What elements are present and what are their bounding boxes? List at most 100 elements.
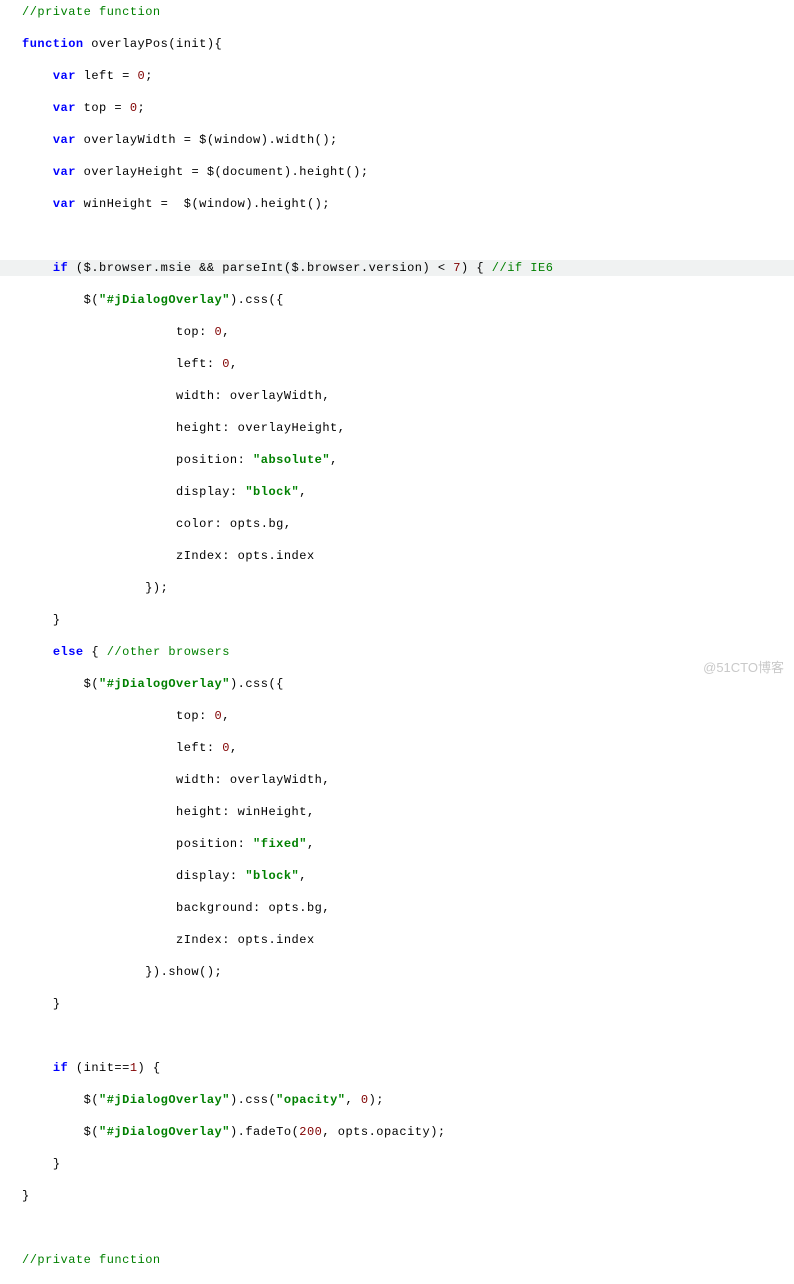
code-line bbox=[0, 228, 794, 244]
string: "fixed" bbox=[253, 837, 307, 851]
keyword-var: var bbox=[53, 165, 76, 179]
code-line: left: 0, bbox=[0, 356, 794, 372]
code-line: width: overlayWidth, bbox=[0, 388, 794, 404]
code-line-highlight: if ($.browser.msie && parseInt($.browser… bbox=[0, 260, 794, 276]
keyword-var: var bbox=[53, 101, 76, 115]
keyword-if: if bbox=[53, 261, 68, 275]
text: }); bbox=[22, 581, 168, 595]
comment: //private function bbox=[22, 1253, 161, 1267]
code-line: position: "fixed", bbox=[0, 836, 794, 852]
code-line: //private function bbox=[0, 1252, 794, 1268]
code-line: width: overlayWidth, bbox=[0, 772, 794, 788]
code-line: var left = 0; bbox=[0, 68, 794, 84]
text: background: opts.bg, bbox=[22, 901, 330, 915]
text: $( bbox=[53, 677, 99, 691]
text: overlayHeight = $(document).height(); bbox=[76, 165, 369, 179]
text: winHeight = $(window).height(); bbox=[76, 197, 330, 211]
code-line: $("#jDialogOverlay").fadeTo(200, opts.op… bbox=[0, 1124, 794, 1140]
code-line: display: "block", bbox=[0, 868, 794, 884]
string: "absolute" bbox=[253, 453, 330, 467]
code-line: } bbox=[0, 1188, 794, 1204]
text: display: bbox=[22, 485, 245, 499]
text: , bbox=[299, 869, 307, 883]
code-line: top: 0, bbox=[0, 708, 794, 724]
code-line: top: 0, bbox=[0, 324, 794, 340]
text: ) { bbox=[461, 261, 492, 275]
text: left: bbox=[22, 741, 222, 755]
code-line: color: opts.bg, bbox=[0, 516, 794, 532]
text: , bbox=[330, 453, 338, 467]
text: , bbox=[299, 485, 307, 499]
text: $( bbox=[53, 1093, 99, 1107]
text: $( bbox=[53, 293, 99, 307]
number: 0 bbox=[130, 101, 138, 115]
string: "opacity" bbox=[276, 1093, 345, 1107]
text: height: overlayHeight, bbox=[22, 421, 345, 435]
text: position: bbox=[22, 453, 253, 467]
string: "block" bbox=[245, 869, 299, 883]
text: ($.browser.msie && parseInt($.browser.ve… bbox=[68, 261, 453, 275]
text: color: opts.bg, bbox=[22, 517, 292, 531]
code-line: position: "absolute", bbox=[0, 452, 794, 468]
number: 0 bbox=[361, 1093, 369, 1107]
text: , bbox=[345, 1093, 360, 1107]
text: top = bbox=[76, 101, 130, 115]
text: } bbox=[53, 1157, 61, 1171]
code-line: if (init==1) { bbox=[0, 1060, 794, 1076]
code-line: $("#jDialogOverlay").css({ bbox=[0, 292, 794, 308]
number: 0 bbox=[222, 741, 230, 755]
code-line: } bbox=[0, 612, 794, 628]
text: ).css( bbox=[230, 1093, 276, 1107]
code-line: var top = 0; bbox=[0, 100, 794, 116]
text: , bbox=[222, 325, 230, 339]
code-line: height: overlayHeight, bbox=[0, 420, 794, 436]
text: ).css({ bbox=[230, 293, 284, 307]
code-line: var winHeight = $(window).height(); bbox=[0, 196, 794, 212]
code-line: background: opts.bg, bbox=[0, 900, 794, 916]
code-line: height: winHeight, bbox=[0, 804, 794, 820]
string: "#jDialogOverlay" bbox=[99, 1125, 230, 1139]
text: } bbox=[22, 1189, 30, 1203]
text: ; bbox=[145, 69, 153, 83]
number: 0 bbox=[215, 709, 223, 723]
comment: //other browsers bbox=[107, 645, 230, 659]
code-line: } bbox=[0, 1156, 794, 1172]
text: top: bbox=[22, 709, 215, 723]
code-line bbox=[0, 1220, 794, 1236]
text: , bbox=[230, 741, 238, 755]
code-line: display: "block", bbox=[0, 484, 794, 500]
number: 1 bbox=[130, 1061, 138, 1075]
text: , opts.opacity); bbox=[322, 1125, 445, 1139]
comment: //private function bbox=[22, 5, 161, 19]
code-line: zIndex: opts.index bbox=[0, 548, 794, 564]
text: $( bbox=[53, 1125, 99, 1139]
keyword-function: function bbox=[22, 37, 84, 51]
text: } bbox=[53, 997, 61, 1011]
keyword-var: var bbox=[53, 69, 76, 83]
code-line: var overlayHeight = $(document).height()… bbox=[0, 164, 794, 180]
string: "#jDialogOverlay" bbox=[99, 293, 230, 307]
number: 0 bbox=[222, 357, 230, 371]
number: 7 bbox=[453, 261, 461, 275]
string: "#jDialogOverlay" bbox=[99, 1093, 230, 1107]
code-block[interactable]: //private function function overlayPos(i… bbox=[0, 0, 794, 1284]
comment: //if IE6 bbox=[492, 261, 554, 275]
code-line: }).show(); bbox=[0, 964, 794, 980]
code-line: $("#jDialogOverlay").css({ bbox=[0, 676, 794, 692]
text: zIndex: opts.index bbox=[22, 549, 315, 563]
code-line: left: 0, bbox=[0, 740, 794, 756]
code-line: //private function bbox=[0, 4, 794, 20]
text: ; bbox=[138, 101, 146, 115]
code-line: var overlayWidth = $(window).width(); bbox=[0, 132, 794, 148]
keyword-if: if bbox=[53, 1061, 68, 1075]
text: width: overlayWidth, bbox=[22, 773, 330, 787]
text: } bbox=[53, 613, 61, 627]
code-line: function overlayPos(init){ bbox=[0, 36, 794, 52]
keyword-var: var bbox=[53, 133, 76, 147]
text: }).show(); bbox=[22, 965, 222, 979]
code-line bbox=[0, 1028, 794, 1044]
text: overlayWidth = $(window).width(); bbox=[76, 133, 338, 147]
text: ).css({ bbox=[230, 677, 284, 691]
text: position: bbox=[22, 837, 253, 851]
keyword-var: var bbox=[53, 197, 76, 211]
